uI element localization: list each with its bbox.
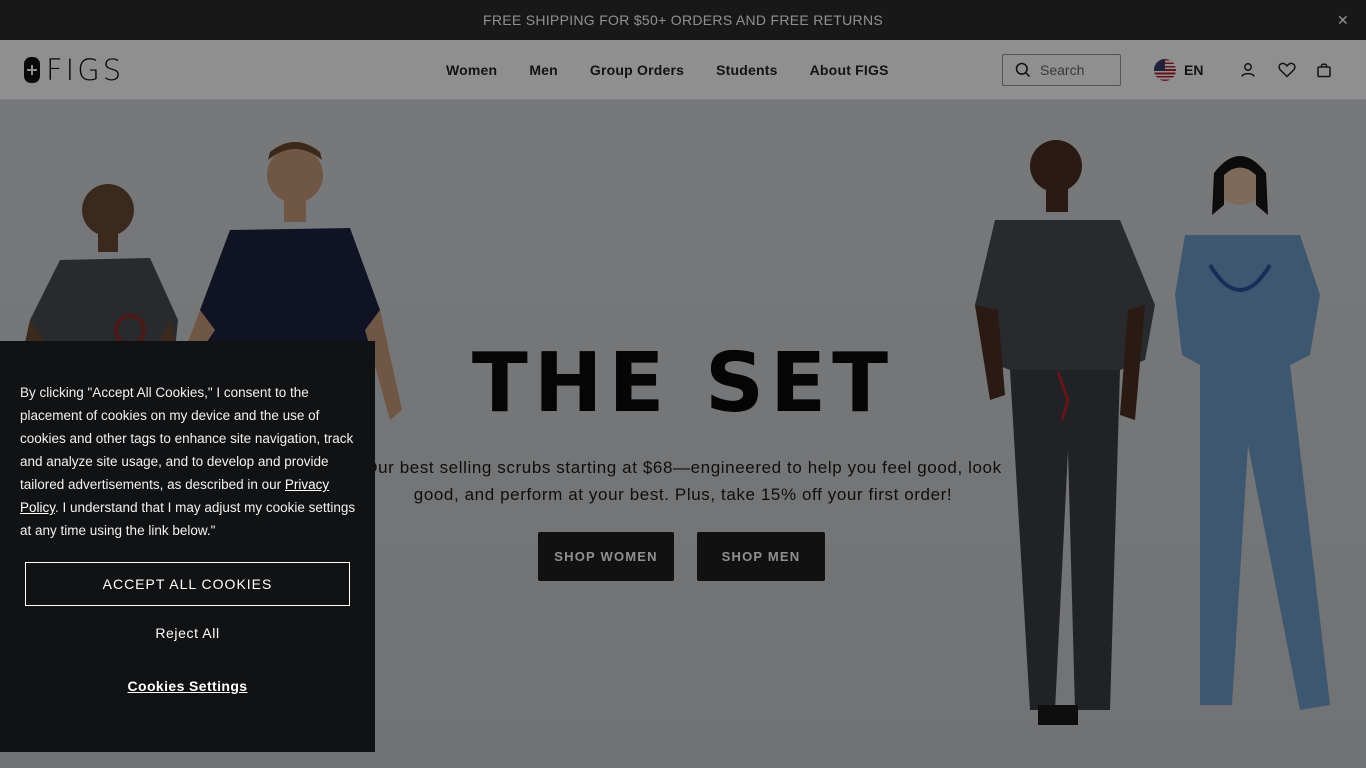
- reject-all-button[interactable]: Reject All: [0, 625, 375, 641]
- cookie-text-main: By clicking "Accept All Cookies," I cons…: [20, 385, 354, 492]
- cookies-settings-link[interactable]: Cookies Settings: [0, 678, 375, 694]
- cookie-text-end: . I understand that I may adjust my cook…: [20, 500, 356, 538]
- cookie-consent-text: By clicking "Accept All Cookies," I cons…: [20, 381, 360, 542]
- accept-all-cookies-button[interactable]: ACCEPT ALL COOKIES: [25, 562, 350, 606]
- cookie-consent-panel: By clicking "Accept All Cookies," I cons…: [0, 341, 375, 752]
